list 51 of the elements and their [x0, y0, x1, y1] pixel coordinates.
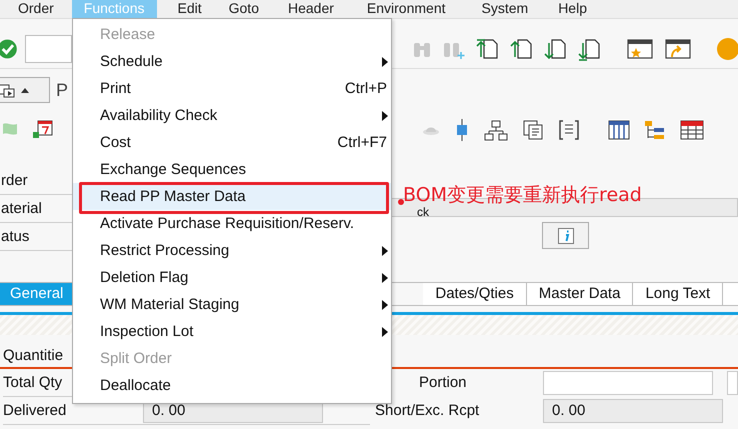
previous-page-icon[interactable] — [510, 37, 534, 61]
menu-item[interactable]: WM Material Staging — [73, 291, 391, 318]
submenu-arrow-icon — [382, 246, 388, 256]
value-field: 0. 00 — [543, 398, 723, 422]
menu-item[interactable]: Goto — [228, 0, 259, 18]
table-icon[interactable] — [680, 119, 704, 141]
first-page-icon[interactable] — [476, 37, 500, 61]
menu-item[interactable]: Help — [558, 0, 587, 18]
screen-button[interactable] — [0, 77, 50, 103]
calendar-icon[interactable] — [32, 119, 54, 141]
tab[interactable]: Dates/Qties — [423, 283, 527, 305]
next-page-icon[interactable] — [544, 37, 568, 61]
info-icon — [558, 228, 574, 244]
tab[interactable]: Long Text — [633, 283, 724, 305]
last-page-icon[interactable] — [578, 37, 602, 61]
bracket-doc-icon[interactable] — [558, 119, 580, 141]
documents-icon[interactable] — [522, 119, 544, 141]
windows-icon — [0, 82, 31, 98]
submenu-arrow-icon — [382, 56, 388, 66]
menu-item[interactable]: Edit — [178, 0, 202, 18]
field-label: Portion — [419, 374, 467, 391]
columns-icon[interactable] — [608, 119, 630, 141]
menu-item[interactable]: Schedule — [73, 48, 391, 75]
menu-item[interactable]: Deallocate — [73, 372, 391, 399]
menu-item[interactable]: Cost Ctrl+F7 — [73, 129, 391, 156]
hierarchy-icon[interactable] — [484, 119, 508, 141]
submenu-arrow-icon — [382, 272, 388, 282]
menu-item[interactable]: System — [482, 0, 528, 18]
submenu-arrow-icon — [382, 110, 388, 120]
input-field[interactable] — [543, 370, 713, 394]
menu-item[interactable]: Environment — [366, 0, 446, 18]
field-label: Short/Exc. Rcpt — [375, 402, 480, 419]
menu-item[interactable]: Order — [18, 0, 54, 18]
menu-item[interactable]: Print Ctrl+P — [73, 75, 391, 102]
menu-item[interactable]: Deletion Flag — [73, 264, 391, 291]
submenu-arrow-icon — [382, 300, 388, 310]
node-icon[interactable] — [454, 118, 470, 142]
command-field[interactable] — [24, 35, 72, 63]
check-icon[interactable] — [0, 38, 18, 60]
menu-item[interactable]: Availability Check — [73, 102, 391, 129]
screen-title: P — [56, 80, 68, 100]
tab[interactable]: Master Data — [526, 283, 634, 305]
field-label: Total Qty — [3, 374, 62, 391]
submenu-arrow-icon — [382, 326, 388, 336]
menu-item[interactable]: Header — [288, 0, 334, 18]
menu-item[interactable]: Inspection Lot — [73, 318, 391, 345]
section-title: Quantitie — [2, 347, 64, 364]
field-label: Delivered — [3, 402, 66, 419]
tree-icon[interactable] — [644, 119, 666, 141]
input-field[interactable] — [726, 370, 738, 394]
info-button[interactable] — [542, 222, 589, 249]
